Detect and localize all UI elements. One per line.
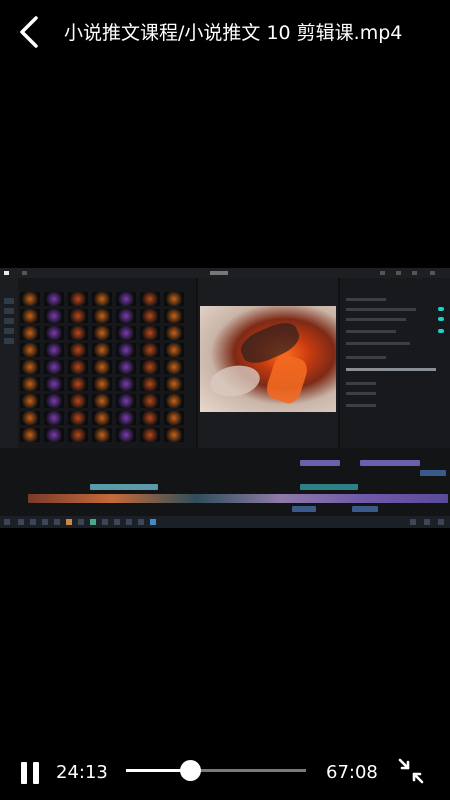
playback-controls: 24:13 67:08 — [0, 740, 450, 800]
recorded-effect-thumb — [44, 428, 64, 442]
recorded-taskbar — [0, 516, 450, 528]
video-frame[interactable] — [0, 268, 450, 528]
recorded-effect-thumb — [68, 326, 88, 340]
total-duration: 67:08 — [326, 762, 378, 783]
recorded-effect-thumb — [140, 360, 160, 374]
recorded-properties-panel — [340, 278, 450, 448]
recorded-effect-thumb — [20, 360, 40, 374]
recorded-effect-thumb — [20, 343, 40, 357]
recorded-effect-thumb — [140, 343, 160, 357]
recorded-effect-thumb — [92, 428, 112, 442]
recorded-effect-thumb — [92, 411, 112, 425]
recorded-effect-thumb — [44, 394, 64, 408]
recorded-effect-thumb — [68, 292, 88, 306]
recorded-effect-thumb — [44, 309, 64, 323]
recorded-effect-thumb — [44, 411, 64, 425]
recorded-effects-grid — [20, 284, 190, 444]
player-header: 小说推文课程/小说推文 10 剪辑课.mp4 — [0, 0, 450, 66]
recorded-effect-thumb — [116, 411, 136, 425]
exit-fullscreen-icon[interactable] — [396, 756, 426, 786]
recorded-effect-thumb — [68, 343, 88, 357]
recorded-effect-thumb — [164, 309, 184, 323]
recorded-effect-thumb — [116, 343, 136, 357]
recorded-effect-thumb — [92, 360, 112, 374]
recorded-effect-thumb — [164, 343, 184, 357]
recorded-effect-thumb — [140, 428, 160, 442]
pause-icon[interactable] — [20, 762, 42, 784]
recorded-effect-thumb — [20, 326, 40, 340]
recorded-effect-thumb — [92, 343, 112, 357]
recorded-effect-thumb — [164, 428, 184, 442]
recorded-effect-thumb — [68, 428, 88, 442]
recorded-effect-thumb — [20, 309, 40, 323]
recorded-effect-thumb — [140, 377, 160, 391]
recorded-effect-thumb — [116, 377, 136, 391]
current-time: 24:13 — [56, 762, 108, 783]
recorded-effect-thumb — [20, 411, 40, 425]
recorded-effect-thumb — [92, 377, 112, 391]
recorded-effect-thumb — [92, 394, 112, 408]
recorded-effect-thumb — [140, 309, 160, 323]
recorded-effect-thumb — [116, 428, 136, 442]
recorded-effect-thumb — [68, 394, 88, 408]
recorded-effect-thumb — [164, 394, 184, 408]
recorded-effect-thumb — [116, 326, 136, 340]
recorded-effect-thumb — [116, 360, 136, 374]
video-title: 小说推文课程/小说推文 10 剪辑课.mp4 — [64, 22, 403, 44]
recorded-effect-thumb — [44, 326, 64, 340]
recorded-effect-thumb — [164, 326, 184, 340]
recorded-effect-thumb — [164, 360, 184, 374]
recorded-effect-thumb — [116, 292, 136, 306]
recorded-app-titlebar — [0, 268, 450, 278]
recorded-effect-thumb — [68, 360, 88, 374]
recorded-effect-thumb — [92, 309, 112, 323]
recorded-effect-thumb — [140, 326, 160, 340]
recorded-effect-thumb — [44, 343, 64, 357]
back-arrow-icon[interactable] — [14, 14, 48, 50]
recorded-effect-thumb — [68, 411, 88, 425]
recorded-effect-thumb — [44, 360, 64, 374]
recorded-effect-thumb — [140, 411, 160, 425]
recorded-effect-thumb — [68, 377, 88, 391]
seek-bar[interactable] — [126, 758, 306, 784]
recorded-preview-image — [200, 306, 336, 412]
recorded-timeline — [0, 448, 450, 516]
recorded-effect-thumb — [116, 394, 136, 408]
recorded-effect-thumb — [92, 326, 112, 340]
recorded-effect-thumb — [116, 309, 136, 323]
recorded-effect-thumb — [20, 292, 40, 306]
recorded-effect-thumb — [92, 292, 112, 306]
recorded-effect-thumb — [44, 377, 64, 391]
recorded-effect-thumb — [164, 377, 184, 391]
recorded-effect-thumb — [20, 394, 40, 408]
recorded-effect-thumb — [140, 394, 160, 408]
recorded-effect-thumb — [44, 292, 64, 306]
recorded-effect-thumb — [164, 411, 184, 425]
recorded-effect-thumb — [164, 292, 184, 306]
recorded-effect-thumb — [20, 428, 40, 442]
recorded-effect-thumb — [140, 292, 160, 306]
seek-handle[interactable] — [180, 760, 202, 781]
recorded-effect-thumb — [20, 377, 40, 391]
recorded-effect-thumb — [68, 309, 88, 323]
recorded-category-list — [0, 278, 18, 448]
